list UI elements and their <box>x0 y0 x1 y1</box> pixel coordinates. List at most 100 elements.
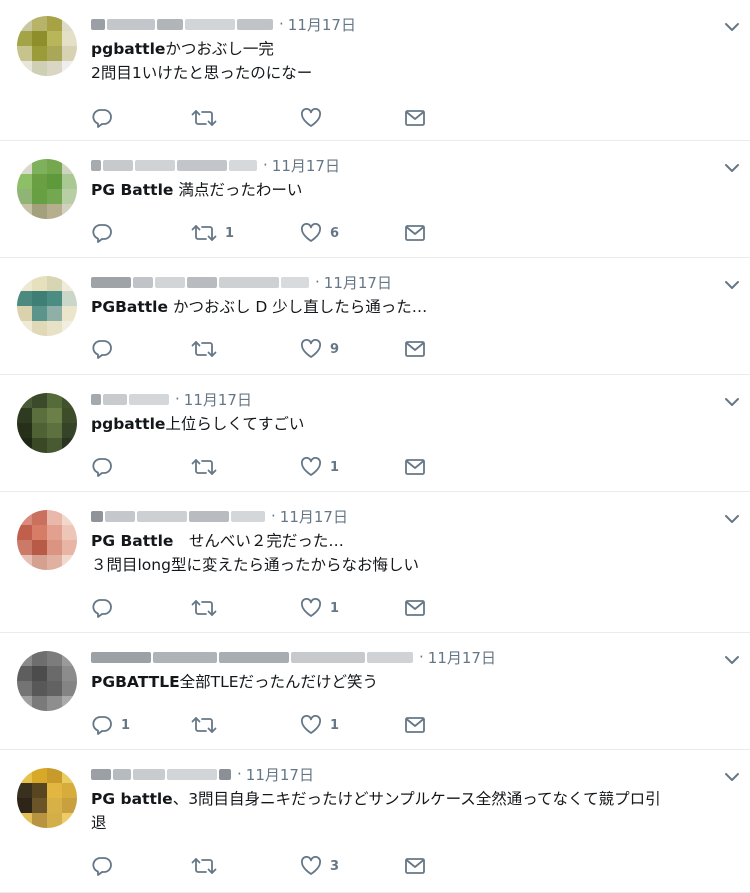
avatar[interactable] <box>17 393 77 453</box>
tweet-header: · 11月17日 <box>91 647 496 667</box>
tweet-feed: · 11月17日 pgbattleかつおぶし一完 2問目1いけたと思ったのになー · 11… <box>0 0 750 893</box>
chevron-down-icon[interactable] <box>724 158 740 172</box>
blurred-username[interactable] <box>91 159 257 171</box>
tweet-date[interactable]: 11月17日 <box>428 647 496 668</box>
separator-dot: · <box>271 507 276 525</box>
tweet-text-bold: PG Battle <box>91 181 174 199</box>
tweet[interactable]: · 11月17日 PG battle、3問目自身ニキだったけどサンプルケース全然通っ… <box>0 750 750 893</box>
tweet-text-line: pgbattle上位らしくてすごい <box>91 412 730 436</box>
avatar[interactable] <box>17 510 77 570</box>
direct-message-button[interactable] <box>404 714 426 736</box>
like-icon <box>300 108 322 128</box>
chevron-down-icon[interactable] <box>724 392 740 406</box>
blurred-username[interactable] <box>91 510 265 522</box>
like-button[interactable] <box>300 107 330 129</box>
blurred-username[interactable] <box>91 393 169 405</box>
retweet-button[interactable] <box>191 456 225 478</box>
direct-message-button[interactable] <box>404 456 426 478</box>
retweet-icon <box>191 339 217 359</box>
tweet-date[interactable]: 11月17日 <box>324 272 392 293</box>
direct-message-button[interactable] <box>404 107 426 129</box>
direct-message-icon <box>404 340 426 358</box>
chevron-down-icon[interactable] <box>724 509 740 523</box>
reply-button[interactable] <box>91 107 121 129</box>
blurred-username[interactable] <box>91 768 231 780</box>
tweet-text: PG Battle せんべい２完だった… ３問目long型に変えたら通ったからなお… <box>91 529 730 577</box>
avatar[interactable] <box>17 768 77 828</box>
tweet-text-body: せんべい２完だった… <box>173 532 344 550</box>
direct-message-button[interactable] <box>404 597 426 619</box>
direct-message-icon <box>404 458 426 476</box>
tweet-actions: 9 <box>91 338 431 360</box>
tweet-date[interactable]: 11月17日 <box>288 14 356 35</box>
like-icon <box>300 715 322 735</box>
retweet-icon <box>191 856 217 876</box>
direct-message-button[interactable] <box>404 855 426 877</box>
reply-button[interactable] <box>91 597 121 619</box>
tweet[interactable]: · 11月17日 pgbattleかつおぶし一完 2問目1いけたと思ったのになー <box>0 0 750 141</box>
tweet-text: PGBattle かつおぶし D 少し直したら通った… <box>91 295 730 319</box>
avatar[interactable] <box>17 16 77 76</box>
reply-count: 1 <box>121 717 131 733</box>
tweet-date[interactable]: 11月17日 <box>272 155 340 176</box>
tweet-date[interactable]: 11月17日 <box>280 506 348 527</box>
direct-message-icon <box>404 599 426 617</box>
blurred-username[interactable] <box>91 276 309 288</box>
tweet-text-bold: PGBattle <box>91 298 169 316</box>
reply-button[interactable] <box>91 855 121 877</box>
tweet[interactable]: · 11月17日 PGBATTLE全部TLEだったんだけど笑う 1 1 <box>0 633 750 750</box>
like-count: 9 <box>330 341 340 357</box>
blurred-username[interactable] <box>91 651 413 663</box>
retweet-button[interactable]: 1 <box>191 222 234 244</box>
chevron-down-icon[interactable] <box>724 275 740 289</box>
chevron-down-icon[interactable] <box>724 17 740 31</box>
retweet-button[interactable] <box>191 597 225 619</box>
tweet-text-body: 全部TLEだったんだけど笑う <box>179 673 379 691</box>
like-button[interactable]: 1 <box>300 456 339 478</box>
retweet-icon <box>191 457 217 477</box>
tweet[interactable]: · 11月17日 pgbattle上位らしくてすごい 1 <box>0 375 750 492</box>
tweet[interactable]: · 11月17日 PG Battle 満点だったわーい 1 6 <box>0 141 750 258</box>
reply-button[interactable]: 1 <box>91 714 130 736</box>
like-button[interactable]: 1 <box>300 597 339 619</box>
reply-button[interactable] <box>91 456 121 478</box>
like-count: 3 <box>330 858 340 874</box>
direct-message-button[interactable] <box>404 338 426 360</box>
tweet-text-body: かつおぶし D 少し直したら通った… <box>168 298 428 316</box>
reply-icon <box>91 339 113 359</box>
like-count: 1 <box>330 600 340 616</box>
tweet[interactable]: · 11月17日 PG Battle せんべい２完だった… ３問目long型に変えたら… <box>0 492 750 633</box>
direct-message-button[interactable] <box>404 222 426 244</box>
reply-button[interactable] <box>91 222 121 244</box>
chevron-down-icon[interactable] <box>724 767 740 781</box>
tweet-text-body: 上位らしくてすごい <box>165 415 305 433</box>
like-icon <box>300 457 322 477</box>
blurred-username[interactable] <box>91 18 273 30</box>
reply-button[interactable] <box>91 338 121 360</box>
tweet-header: · 11月17日 <box>91 155 340 175</box>
chevron-down-icon[interactable] <box>724 650 740 664</box>
avatar[interactable] <box>17 159 77 219</box>
retweet-button[interactable] <box>191 338 225 360</box>
tweet[interactable]: · 11月17日 PGBattle かつおぶし D 少し直したら通った… 9 <box>0 258 750 375</box>
reply-icon <box>91 108 113 128</box>
reply-icon <box>91 223 113 243</box>
like-button[interactable]: 1 <box>300 714 339 736</box>
like-button[interactable]: 9 <box>300 338 339 360</box>
like-button[interactable]: 3 <box>300 855 339 877</box>
retweet-button[interactable] <box>191 855 225 877</box>
retweet-button[interactable] <box>191 107 225 129</box>
tweet-text-line2: 2問目1いけたと思ったのになー <box>91 64 313 82</box>
tweet-text: PG battle、3問目自身ニキだったけどサンプルケース全然通ってなくて競プロ… <box>91 787 730 835</box>
tweet-actions: 11 <box>91 714 431 736</box>
like-button[interactable]: 6 <box>300 222 339 244</box>
tweet-date[interactable]: 11月17日 <box>184 389 252 410</box>
tweet-date[interactable]: 11月17日 <box>246 764 314 785</box>
avatar[interactable] <box>17 276 77 336</box>
tweet-text-line: pgbattleかつおぶし一完 <box>91 37 730 61</box>
tweet-actions: 3 <box>91 855 431 877</box>
tweet-text-line2: 退 <box>91 814 107 832</box>
avatar[interactable] <box>17 651 77 711</box>
retweet-button[interactable] <box>191 714 225 736</box>
tweet-text-bold: PGBATTLE <box>91 673 180 691</box>
